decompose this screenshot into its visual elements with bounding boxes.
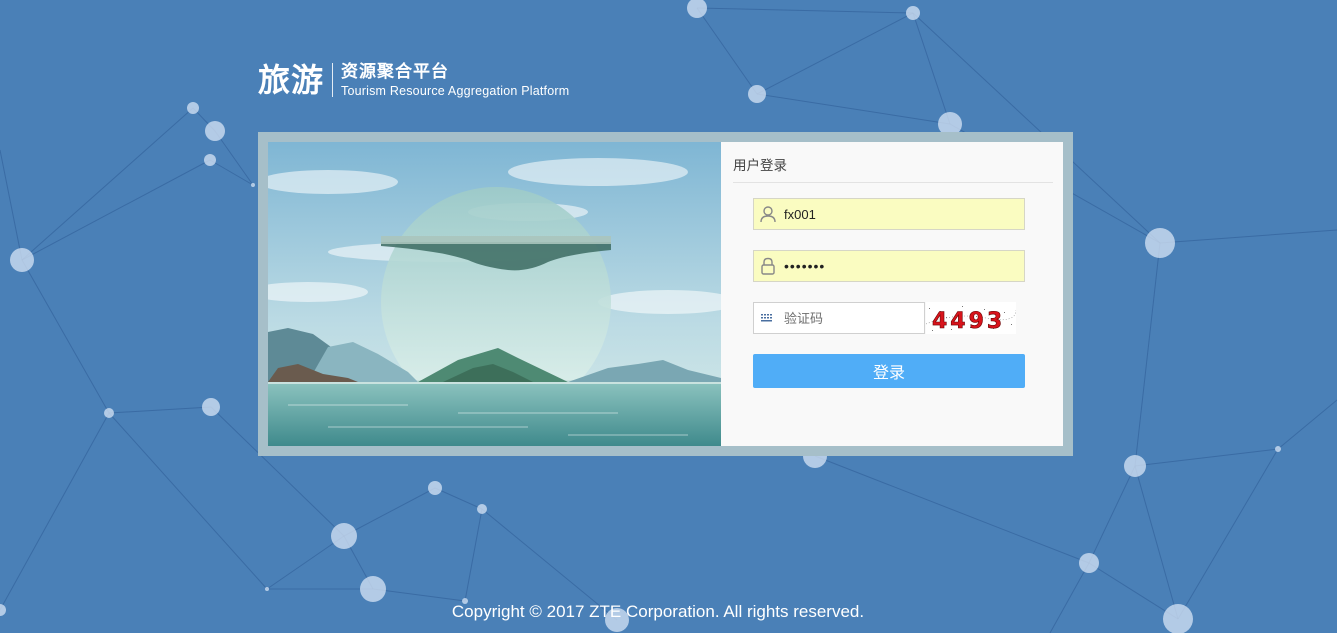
lock-icon — [754, 251, 782, 281]
lake-mountain-scene — [268, 142, 721, 446]
logo-subtitle: 资源聚合平台 Tourism Resource Aggregation Plat… — [341, 61, 569, 99]
logo-english-name: Tourism Resource Aggregation Platform — [341, 84, 570, 98]
platform-logo: 旅游 资源聚合平台 Tourism Resource Aggregation P… — [258, 60, 569, 100]
login-title: 用户登录 — [733, 154, 1053, 183]
landscape-illustration — [268, 142, 721, 446]
captcha-input[interactable] — [782, 304, 916, 332]
captcha-code-text: 4493 — [932, 309, 1005, 334]
username-field[interactable] — [753, 198, 1025, 230]
user-icon — [754, 199, 782, 229]
password-input[interactable] — [782, 252, 1016, 280]
captcha-image[interactable]: 4493 — [925, 302, 1017, 334]
login-panel: 用户登录 fx001 ••••••• 验证码 4493 登录 — [721, 142, 1063, 446]
logo-main-text: 旅游 — [258, 61, 325, 99]
password-field[interactable] — [753, 250, 1025, 282]
logo-chinese-name: 资源聚合平台 — [341, 62, 450, 82]
copyright-footer: Copyright © 2017 ZTE Corporation. All ri… — [451, 602, 865, 621]
username-input[interactable] — [782, 200, 1016, 228]
logo-divider — [332, 63, 334, 97]
login-frame: 用户登录 fx001 ••••••• 验证码 4493 登录 — [258, 132, 1073, 456]
login-button[interactable]: 登录 — [753, 354, 1025, 388]
keyboard-icon — [754, 303, 782, 333]
login-frame-inner: 用户登录 fx001 ••••••• 验证码 4493 登录 — [268, 142, 1063, 446]
captcha-field[interactable] — [753, 302, 925, 334]
